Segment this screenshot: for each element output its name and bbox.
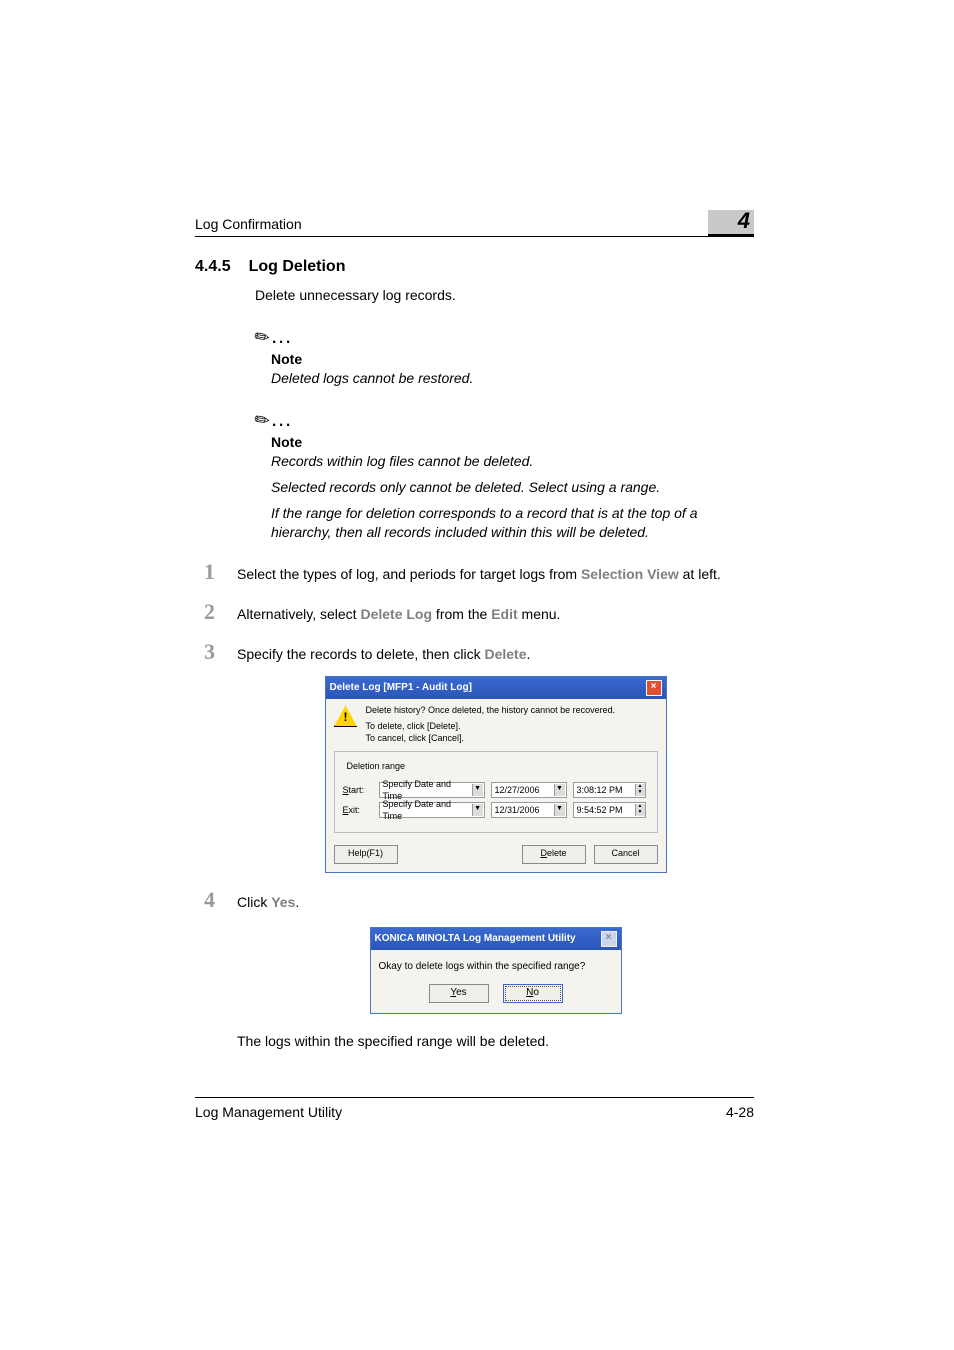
intro-text: Delete unnecessary log records. <box>255 286 754 305</box>
delete-log-dialog: Delete Log [MFP1 - Audit Log] × Delete h… <box>325 676 667 873</box>
dialog-title: Delete Log [MFP1 - Audit Log] <box>330 681 472 695</box>
start-date-select[interactable]: 12/27/2006▼ <box>491 782 567 798</box>
step1-text: Select the types of log, and periods for… <box>237 565 754 585</box>
start-label: Start: <box>343 784 373 797</box>
chapter-number-badge: 4 <box>708 210 754 237</box>
closing-text: The logs within the specified range will… <box>237 1032 754 1051</box>
chevron-down-icon: ▼ <box>472 784 483 796</box>
note2-p2: Selected records only cannot be deleted.… <box>271 478 754 498</box>
note1-text: Deleted logs cannot be restored. <box>271 369 754 389</box>
step-number: 4 <box>195 887 215 913</box>
chevron-down-icon: ▼ <box>554 784 565 796</box>
step-number: 1 <box>195 559 215 585</box>
chevron-down-icon: ▼ <box>554 804 565 816</box>
chevron-down-icon: ▼ <box>472 804 483 816</box>
fieldset-legend: Deletion range <box>345 760 408 773</box>
step4-text: Click Yes. <box>237 894 299 910</box>
start-mode-select[interactable]: Specify Date and Time▼ <box>379 782 485 798</box>
yes-button[interactable]: Yes <box>429 984 489 1003</box>
step-number: 2 <box>195 599 215 625</box>
note-icon: ✎… <box>255 406 754 432</box>
footer-page-number: 4-28 <box>726 1104 754 1120</box>
dialog-title: KONICA MINOLTA Log Management Utility <box>375 932 576 946</box>
note-icon: ✎… <box>255 323 754 349</box>
dialog-message: Delete history? Once deleted, the histor… <box>366 705 616 744</box>
exit-label: Exit: <box>343 804 373 817</box>
step2-text: Alternatively, select Delete Log from th… <box>237 605 754 625</box>
confirm-message: Okay to delete logs within the specified… <box>371 950 621 978</box>
close-icon[interactable]: × <box>646 680 662 696</box>
section-title: Log Deletion <box>249 258 346 276</box>
confirm-dialog: KONICA MINOLTA Log Management Utility × … <box>370 927 622 1014</box>
exit-date-select[interactable]: 12/31/2006▼ <box>491 802 567 818</box>
no-button[interactable]: No <box>503 984 563 1003</box>
note2-label: Note <box>271 434 754 450</box>
running-header-title: Log Confirmation <box>195 216 302 236</box>
step-number: 3 <box>195 639 215 665</box>
exit-mode-select[interactable]: Specify Date and Time▼ <box>379 802 485 818</box>
start-time-spinner[interactable]: 3:08:12 PM▲▼ <box>573 782 646 798</box>
section-number: 4.4.5 <box>195 258 231 276</box>
exit-time-spinner[interactable]: 9:54:52 PM▲▼ <box>573 802 646 818</box>
spin-down-icon: ▼ <box>635 790 645 796</box>
help-button[interactable]: Help(F1) <box>334 845 398 864</box>
close-icon[interactable]: × <box>601 931 617 947</box>
footer-left: Log Management Utility <box>195 1104 342 1120</box>
cancel-button[interactable]: Cancel <box>594 845 658 864</box>
step3-text: Specify the records to delete, then clic… <box>237 646 530 662</box>
spin-down-icon: ▼ <box>635 810 645 816</box>
note2-p3: If the range for deletion corresponds to… <box>271 504 754 543</box>
note1-label: Note <box>271 351 754 367</box>
warning-icon <box>334 705 358 727</box>
note2-p1: Records within log files cannot be delet… <box>271 452 754 472</box>
delete-button[interactable]: Delete <box>522 845 586 864</box>
